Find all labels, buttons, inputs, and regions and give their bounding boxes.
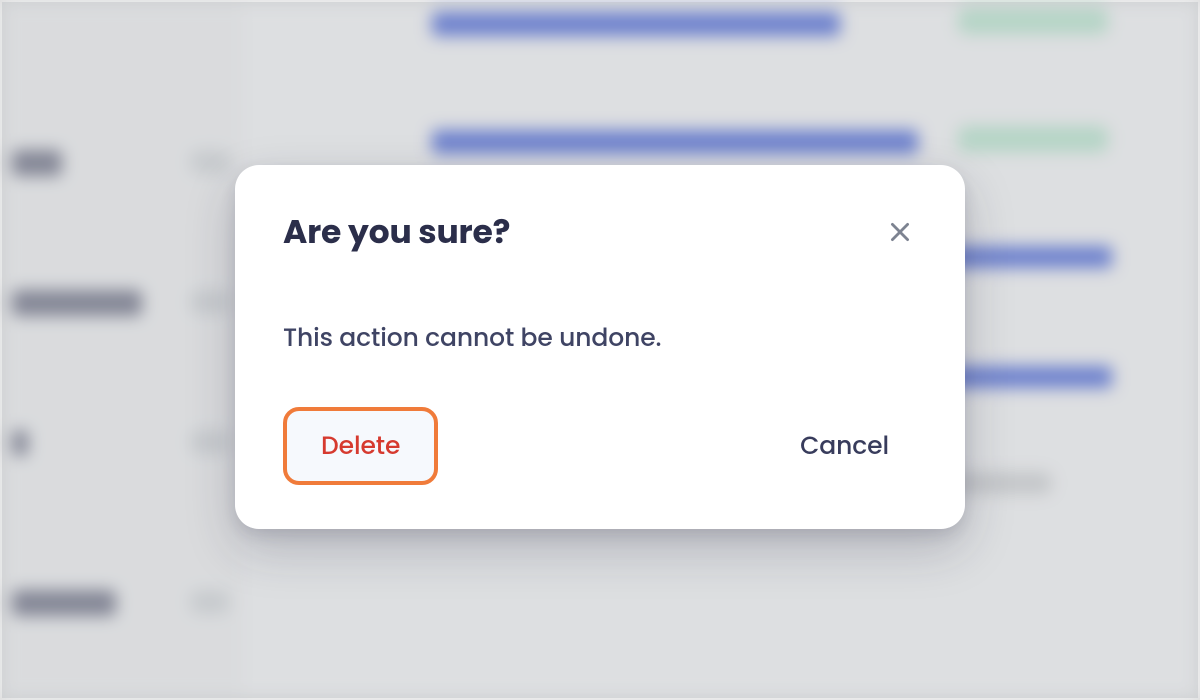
dialog-footer: Delete Cancel <box>283 407 917 485</box>
close-icon <box>887 219 913 245</box>
confirm-dialog: Are you sure? This action cannot be undo… <box>235 165 965 529</box>
dialog-body: This action cannot be undone. <box>283 319 917 357</box>
dialog-title: Are you sure? <box>283 207 510 257</box>
modal-overlay: Are you sure? This action cannot be undo… <box>2 2 1198 698</box>
dialog-header: Are you sure? <box>283 207 917 257</box>
close-button[interactable] <box>883 215 917 249</box>
cancel-button[interactable]: Cancel <box>772 411 917 481</box>
delete-button[interactable]: Delete <box>283 407 438 485</box>
